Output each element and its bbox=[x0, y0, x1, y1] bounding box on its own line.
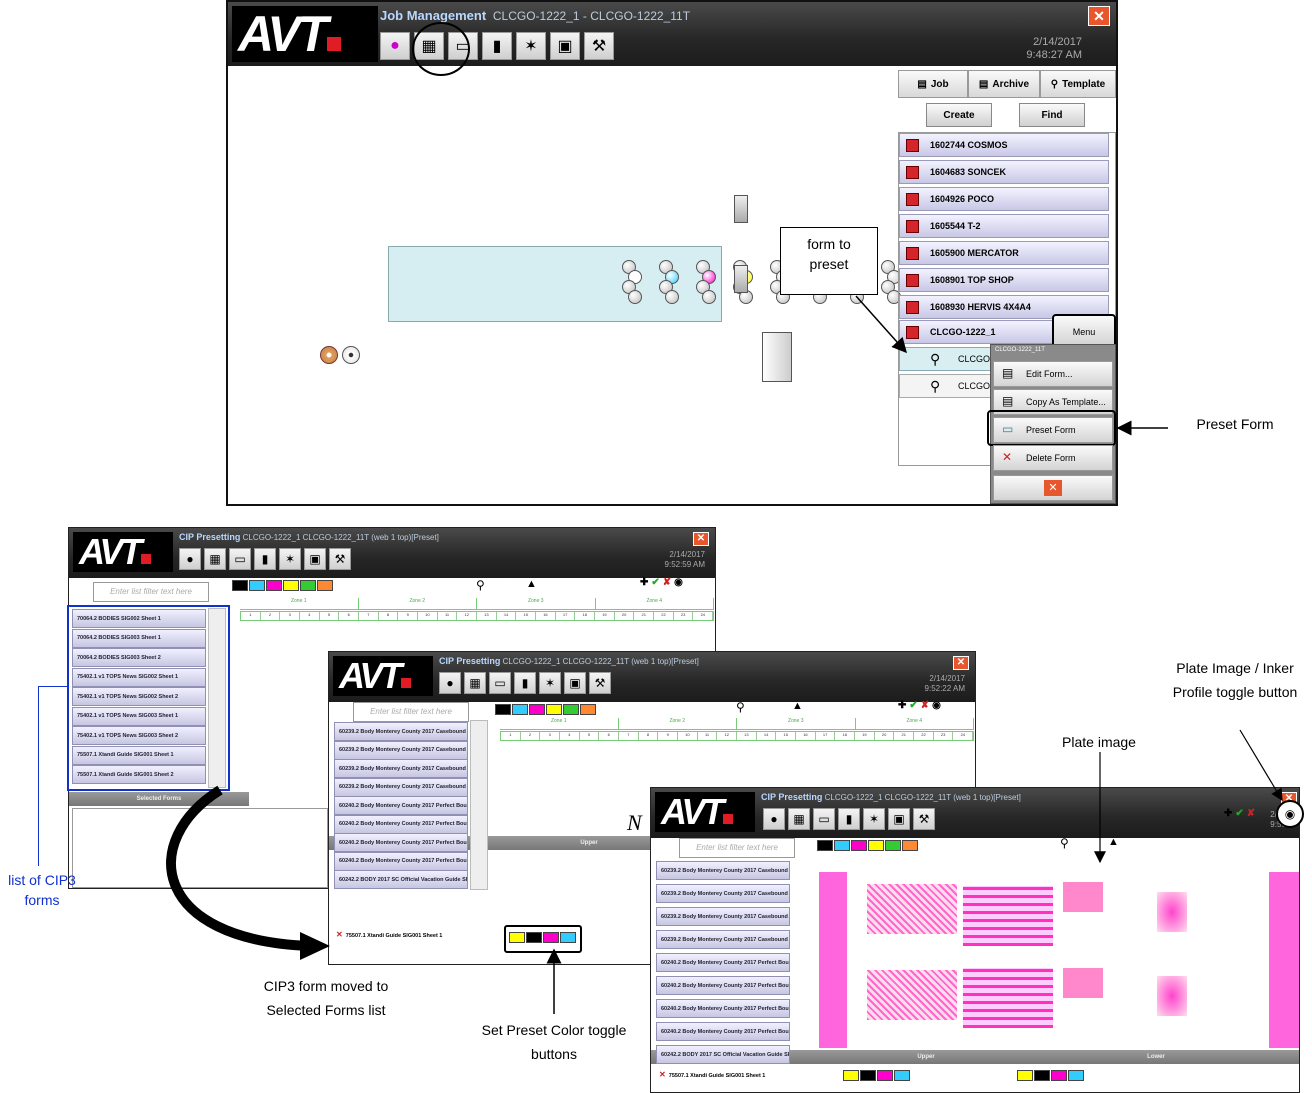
annotation-arrows bbox=[166, 295, 1283, 1014]
